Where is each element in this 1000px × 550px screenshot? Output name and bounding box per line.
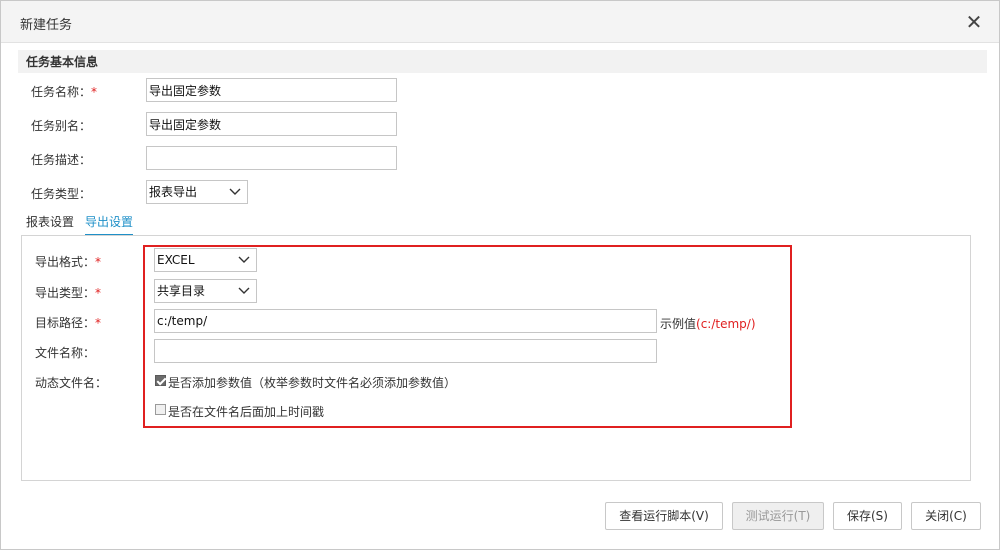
target-path-hint: 示例值(c:/temp/) [660,317,756,331]
target-path-input[interactable] [154,309,657,333]
dynamic-filename-label: 动态文件名： [35,376,108,390]
export-format-select[interactable]: EXCEL [154,248,257,272]
add-timestamp-label: 是否在文件名后面加上时间戳 [168,405,325,419]
export-type-label: 导出类型：* [35,286,102,300]
dialog-title: 新建任务 [20,18,73,33]
task-alias-label: 任务别名： [31,119,92,133]
basic-info-title: 任务基本信息 [26,55,99,69]
task-name-label: 任务名称：* [31,85,98,99]
export-format-label: 导出格式：* [35,255,102,269]
view-script-button[interactable]: 查看运行脚本(V) [605,502,723,530]
task-name-input[interactable] [146,78,397,102]
add-timestamp-checkbox[interactable] [155,404,166,415]
export-type-select[interactable]: 共享目录 [154,279,257,303]
target-path-label: 目标路径：* [35,316,102,330]
task-alias-input[interactable] [146,112,397,136]
new-task-dialog: 新建任务 ✕ 任务基本信息 任务名称：* 任务别名： 任务描述： 任务类型： 报… [0,0,1000,550]
chevron-down-icon [229,188,241,195]
task-desc-label: 任务描述： [31,153,92,167]
basic-info-section-header: 任务基本信息 [18,50,987,73]
test-run-button[interactable]: 测试运行(T) [732,502,824,530]
close-icon[interactable]: ✕ [963,11,985,33]
chevron-down-icon [238,256,250,263]
export-format-value: EXCEL [157,253,195,267]
tab-report-settings[interactable]: 报表设置 [26,213,74,234]
dialog-titlebar: 新建任务 ✕ [1,1,999,43]
export-type-value: 共享目录 [157,284,206,298]
file-name-input[interactable] [154,339,657,363]
task-type-label: 任务类型： [31,187,92,201]
add-param-checkbox[interactable] [155,375,166,386]
task-type-select[interactable]: 报表导出 [146,180,248,204]
task-desc-input[interactable] [146,146,397,170]
save-button[interactable]: 保存(S) [833,502,902,530]
task-type-value: 报表导出 [149,185,198,199]
file-name-label: 文件名称： [35,346,96,360]
add-param-label: 是否添加参数值（枚举参数时文件名必须添加参数值） [168,376,457,390]
tab-export-settings[interactable]: 导出设置 [85,213,134,236]
chevron-down-icon [238,287,250,294]
close-button[interactable]: 关闭(C) [911,502,981,530]
